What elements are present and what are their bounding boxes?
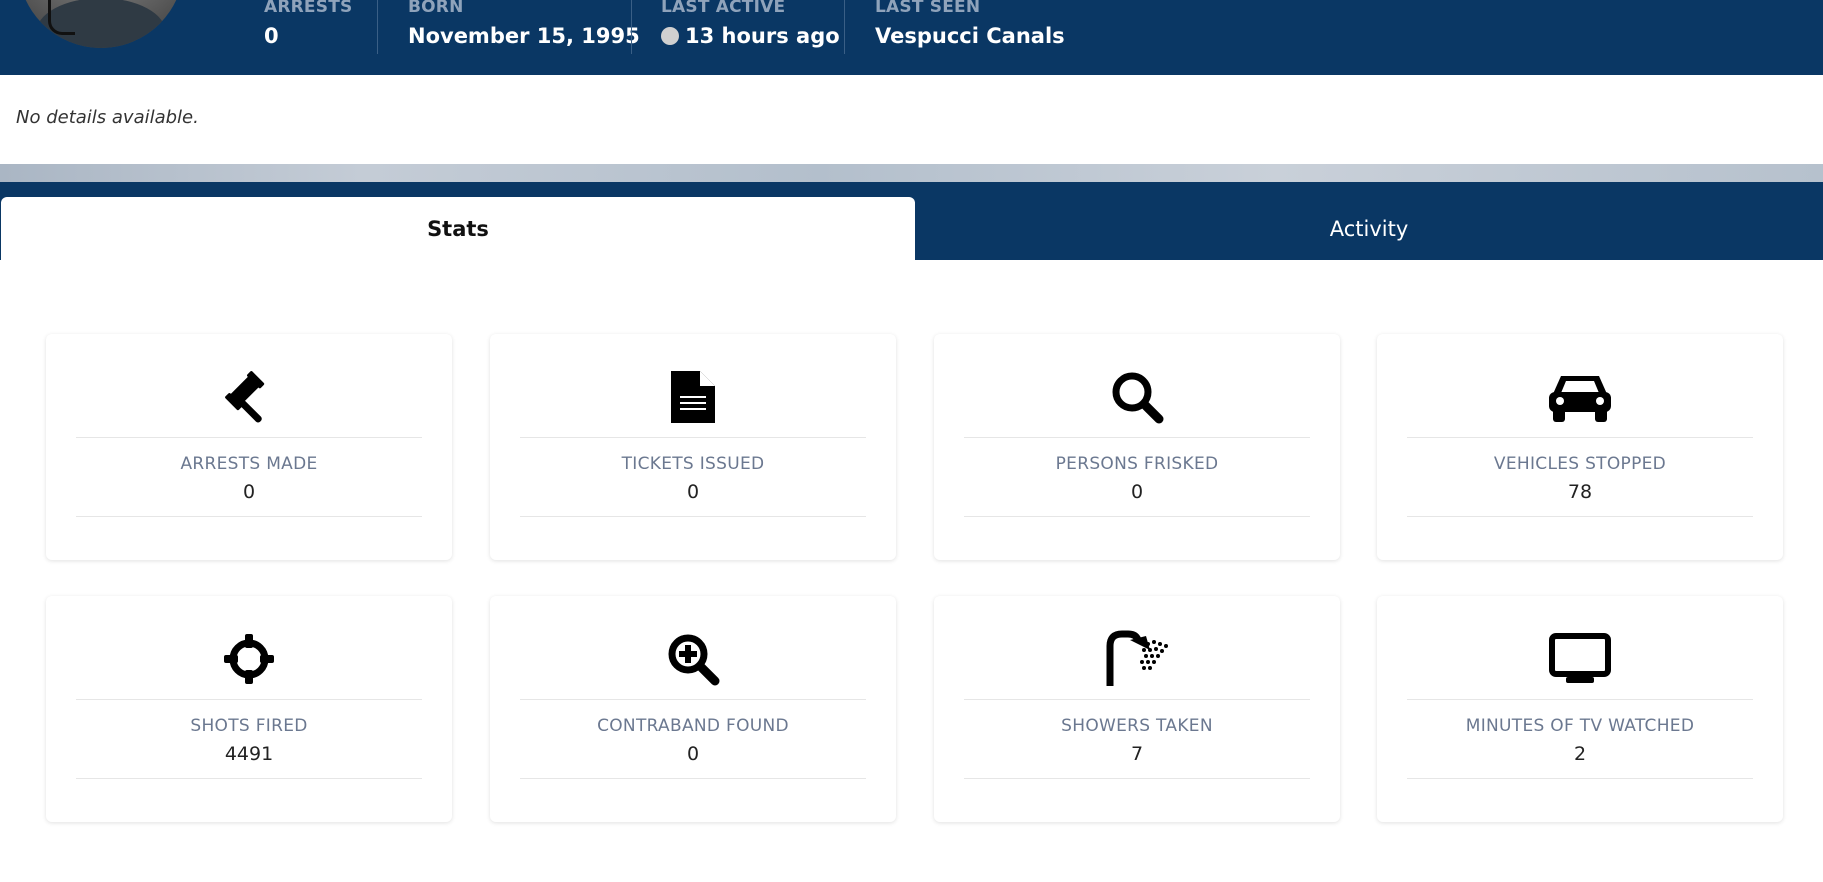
stat-card-shots-fired: SHOTS FIRED 4491 [46,596,452,822]
search-icon [934,367,1340,427]
stat-divider [844,0,845,54]
stat-divider [377,0,378,54]
stat-card-contraband-found: CONTRABAND FOUND 0 [490,596,896,822]
status-dot-icon [661,27,679,45]
stat-label: LAST ACTIVE [661,0,786,17]
stat-label: ARRESTS [264,0,353,17]
stat-label: LAST SEEN [875,0,981,17]
card-divider [1407,699,1753,700]
card-divider [520,699,866,700]
card-divider [1407,516,1753,517]
card-divider [1407,437,1753,438]
card-label: TICKETS ISSUED [621,454,765,474]
card-label: PERSONS FRISKED [1055,454,1219,474]
card-divider [964,699,1310,700]
card-label: ARRESTS MADE [180,454,318,474]
details-text: No details available. [16,107,199,128]
tab-stats[interactable]: Stats [1,197,915,260]
tab-activity[interactable]: Activity [915,197,1823,260]
stat-value-wrap: 13 hours ago [661,24,840,48]
stat-value: 0 [264,24,279,48]
avatar-earpiece [48,0,75,35]
profile-header: ARRESTS 0 BORN November 15, 1995 LAST AC… [0,0,1823,75]
banner-strip [0,164,1823,182]
card-divider [1407,778,1753,779]
card-value: 0 [686,743,700,765]
search-plus-icon [490,629,896,689]
shower-icon [934,629,1340,689]
stat-card-arrests-made: ARRESTS MADE 0 [46,334,452,560]
card-divider [76,516,422,517]
stat-label: BORN [408,0,464,17]
stat-value: Vespucci Canals [875,24,1065,48]
document-icon [490,367,896,427]
stat-card-tickets-issued: TICKETS ISSUED 0 [490,334,896,560]
card-label: CONTRABAND FOUND [597,716,789,736]
stat-value: 13 hours ago [685,24,840,48]
tab-bar: Stats Activity [0,182,1823,260]
card-value: 7 [1130,743,1144,765]
stat-card-showers-taken: SHOWERS TAKEN 7 [934,596,1340,822]
card-label: SHOWERS TAKEN [1061,716,1213,736]
stat-divider [631,0,632,54]
card-value: 78 [1567,481,1593,503]
card-divider [964,437,1310,438]
stat-card-tv-watched: MINUTES OF TV WATCHED 2 [1377,596,1783,822]
card-value: 2 [1573,743,1587,765]
card-divider [76,437,422,438]
card-divider [964,778,1310,779]
card-label: MINUTES OF TV WATCHED [1465,716,1695,736]
gavel-icon [46,367,452,427]
card-divider [76,778,422,779]
stat-card-vehicles-stopped: VEHICLES STOPPED 78 [1377,334,1783,560]
tv-icon [1377,629,1783,689]
car-icon [1377,367,1783,427]
card-divider [520,778,866,779]
card-value: 0 [1130,481,1144,503]
card-value: 0 [686,481,700,503]
stat-value: November 15, 1995 [408,24,640,48]
card-divider [964,516,1310,517]
card-label: SHOTS FIRED [190,716,308,736]
card-value: 4491 [224,743,274,765]
card-divider [76,699,422,700]
card-value: 0 [242,481,256,503]
card-divider [520,516,866,517]
crosshair-icon [46,629,452,689]
stat-card-persons-frisked: PERSONS FRISKED 0 [934,334,1340,560]
card-label: VEHICLES STOPPED [1493,454,1667,474]
card-divider [520,437,866,438]
avatar [18,0,184,48]
